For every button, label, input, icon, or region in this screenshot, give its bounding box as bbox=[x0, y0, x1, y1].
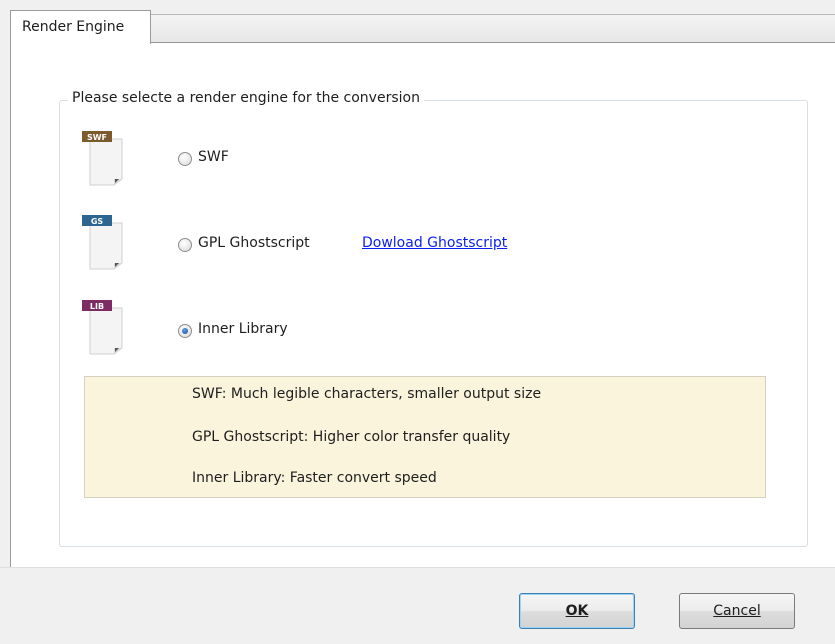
tab-render-engine[interactable]: Render Engine bbox=[10, 10, 151, 44]
render-engine-dialog: Render Engine Please selecte a render en… bbox=[0, 0, 835, 644]
ok-button-label: OK bbox=[565, 603, 589, 619]
library-file-icon: LIB bbox=[78, 298, 130, 356]
info-line-swf: SWF: Much legible characters, smaller ou… bbox=[192, 386, 542, 402]
option-inner-library: LIB Inner Library bbox=[78, 298, 778, 358]
render-engine-group: Please selecte a render engine for the c… bbox=[59, 90, 808, 547]
tab-strip: Render Engine bbox=[10, 10, 835, 44]
option-inner-library-label[interactable]: Inner Library bbox=[198, 321, 288, 337]
radio-ghostscript[interactable] bbox=[178, 238, 192, 252]
radio-swf[interactable] bbox=[178, 152, 192, 166]
option-ghostscript-label[interactable]: GPL Ghostscript bbox=[198, 235, 310, 251]
group-legend: Please selecte a render engine for the c… bbox=[68, 90, 424, 106]
tab-render-engine-label: Render Engine bbox=[22, 19, 125, 35]
swf-file-icon: SWF bbox=[78, 129, 130, 187]
option-swf-label[interactable]: SWF bbox=[198, 149, 229, 165]
option-ghostscript: GS GPL Ghostscript Dowload Ghostscript bbox=[78, 213, 778, 273]
engine-info-panel: SWF: Much legible characters, smaller ou… bbox=[84, 376, 766, 498]
option-swf: SWF SWF bbox=[78, 129, 778, 189]
download-ghostscript-link[interactable]: Dowload Ghostscript bbox=[362, 235, 507, 251]
cancel-button[interactable]: Cancel bbox=[679, 593, 795, 629]
tab-panel: Please selecte a render engine for the c… bbox=[10, 42, 835, 567]
svg-text:GS: GS bbox=[91, 217, 104, 226]
cancel-button-label: Cancel bbox=[713, 603, 761, 619]
tab-strip-background bbox=[150, 14, 835, 42]
svg-text:LIB: LIB bbox=[90, 302, 104, 311]
radio-inner-library[interactable] bbox=[178, 324, 192, 338]
dialog-button-bar: OK Cancel bbox=[0, 567, 835, 644]
info-line-ghostscript: GPL Ghostscript: Higher color transfer q… bbox=[192, 429, 511, 445]
ok-button[interactable]: OK bbox=[519, 593, 635, 629]
svg-text:SWF: SWF bbox=[87, 133, 107, 142]
ghostscript-file-icon: GS bbox=[78, 213, 130, 271]
info-line-inner-library: Inner Library: Faster convert speed bbox=[192, 470, 437, 486]
